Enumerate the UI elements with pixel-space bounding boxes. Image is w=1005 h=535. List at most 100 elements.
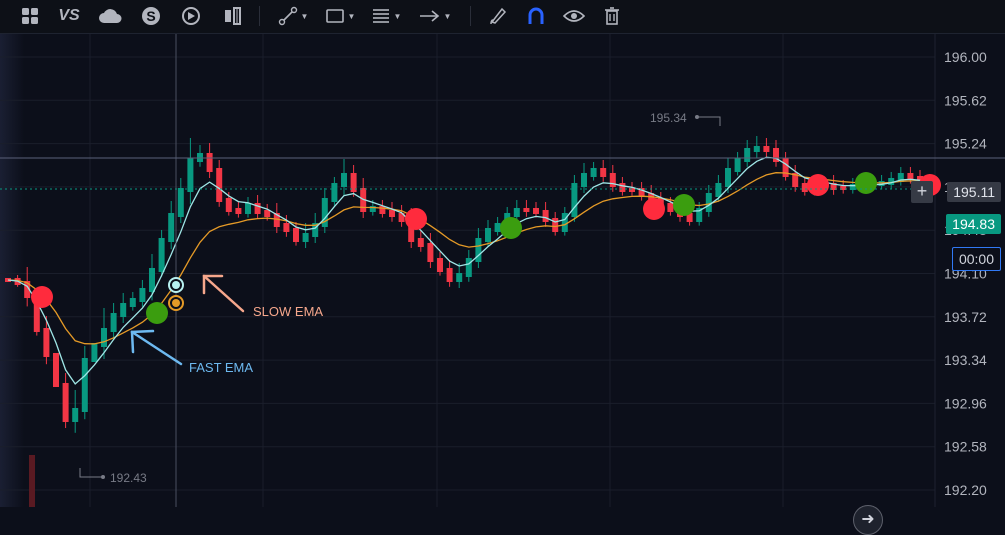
scroll-to-realtime-button[interactable]: ➜ <box>853 505 883 535</box>
candle-body <box>609 173 616 187</box>
cloud-icon[interactable] <box>96 3 124 29</box>
candle-body <box>331 183 338 202</box>
candle-body <box>81 358 88 412</box>
slow-ema-label: SLOW EMA <box>253 304 323 319</box>
price-chart-canvas[interactable]: 195.34 192.43 SLOW EMA FAST EMA 196.00 19… <box>0 34 1005 507</box>
add-alert-button[interactable]: + <box>911 181 933 203</box>
candle-body <box>91 343 98 362</box>
candle-body <box>245 203 251 214</box>
arrow-right-icon: ➜ <box>861 511 875 528</box>
last-price-label: 194.83 <box>946 214 1001 234</box>
vs-compare-icon[interactable]: VS <box>55 3 83 29</box>
candle-body <box>120 303 127 317</box>
price-axis-tick: 196.00 <box>944 49 987 65</box>
candle-body <box>225 198 232 212</box>
candle-body <box>43 328 50 357</box>
price-axis-tick: 195.62 <box>944 92 987 108</box>
candle-body <box>753 146 760 152</box>
candle-body <box>379 206 386 214</box>
crosshair-price-label: 195.11 <box>947 182 1001 202</box>
candle-body <box>168 213 175 242</box>
svg-text:S: S <box>146 8 155 24</box>
candle-body <box>763 146 770 152</box>
rectangle-tool[interactable]: ▼ <box>322 3 358 29</box>
slow-ema-arrow <box>202 274 245 313</box>
price-axis-tick: 195.24 <box>944 136 987 152</box>
price-axis-tick: 192.20 <box>944 482 987 498</box>
candle-body <box>302 233 309 242</box>
candle-body <box>129 298 136 307</box>
fib-lines-icon <box>372 9 389 23</box>
price-axis-tick: 192.96 <box>944 395 987 411</box>
replay-icon[interactable] <box>178 3 204 29</box>
magnet-icon[interactable] <box>523 3 549 29</box>
candle-body <box>494 223 501 232</box>
candle-body <box>437 258 443 272</box>
candle-body <box>552 218 559 232</box>
price-axis-tick: 193.34 <box>944 352 987 368</box>
candle-body <box>465 258 472 277</box>
trend-line-icon <box>278 6 297 26</box>
candle-body <box>619 183 626 192</box>
candle-body <box>53 353 59 387</box>
high-label: 195.34 <box>650 111 687 125</box>
price-axis-tick: 193.72 <box>944 309 987 325</box>
fast-ema-label: FAST EMA <box>189 360 253 375</box>
sell-signal-marker <box>807 174 829 196</box>
price-axis-tick: 192.58 <box>944 439 987 455</box>
candle-body <box>177 188 184 217</box>
brush-icon[interactable] <box>485 3 511 29</box>
candle-body <box>216 168 223 202</box>
high-marker: 195.34 <box>650 111 721 126</box>
candle-body <box>427 243 434 262</box>
candle-body <box>417 238 424 247</box>
candle-body <box>725 168 731 187</box>
candle-body <box>571 183 578 217</box>
candle-body <box>523 208 530 212</box>
sell-signal-marker <box>31 286 53 308</box>
indicator-templates-icon[interactable] <box>220 3 246 29</box>
sell-signal-marker <box>643 198 665 220</box>
candle-body <box>485 228 491 242</box>
candle-body <box>667 203 674 212</box>
layout-grid-icon[interactable] <box>18 3 42 29</box>
candle-body <box>715 183 722 197</box>
candle-body <box>801 183 808 192</box>
candle-body <box>782 158 789 177</box>
candle-body <box>187 158 194 192</box>
bar-countdown: 00:00 <box>951 247 1001 271</box>
buy-signal-marker <box>673 194 695 216</box>
candle-body <box>283 223 290 232</box>
trash-icon[interactable] <box>599 3 625 29</box>
candle-body <box>139 288 146 302</box>
chart-pane[interactable]: 195.34 192.43 SLOW EMA FAST EMA 196.00 19… <box>0 34 1005 535</box>
candle-body <box>705 193 712 212</box>
dollar-coin-icon[interactable]: S <box>138 3 164 29</box>
candle-body <box>149 268 155 292</box>
candle-body <box>235 208 242 214</box>
rectangle-icon <box>325 9 344 23</box>
buy-signal-marker <box>855 172 877 194</box>
candle-body <box>456 273 463 282</box>
sell-signal-marker <box>405 208 427 230</box>
candle-body <box>446 268 453 282</box>
fib-lines-tool[interactable]: ▼ <box>368 3 404 29</box>
arrow-tool[interactable]: ▼ <box>416 3 454 29</box>
eye-icon[interactable] <box>561 3 587 29</box>
trend-line-tool[interactable]: ▼ <box>275 3 311 29</box>
fast-ema-arrow <box>130 329 183 366</box>
candle-body <box>590 168 597 177</box>
low-label: 192.43 <box>110 471 147 485</box>
candle-body <box>513 208 520 217</box>
candle-body <box>581 173 587 187</box>
candle-body <box>158 238 165 272</box>
buy-signal-marker <box>500 217 522 239</box>
candle-body <box>744 148 751 162</box>
arrow-icon <box>419 10 439 22</box>
candle-body <box>293 228 299 242</box>
candle-body <box>101 328 107 347</box>
top-toolbar: VS S ▼ ▼ ▼ ▼ <box>0 0 1005 34</box>
candle-body <box>341 173 347 187</box>
candle-body <box>542 210 549 222</box>
candle-body <box>206 153 213 172</box>
